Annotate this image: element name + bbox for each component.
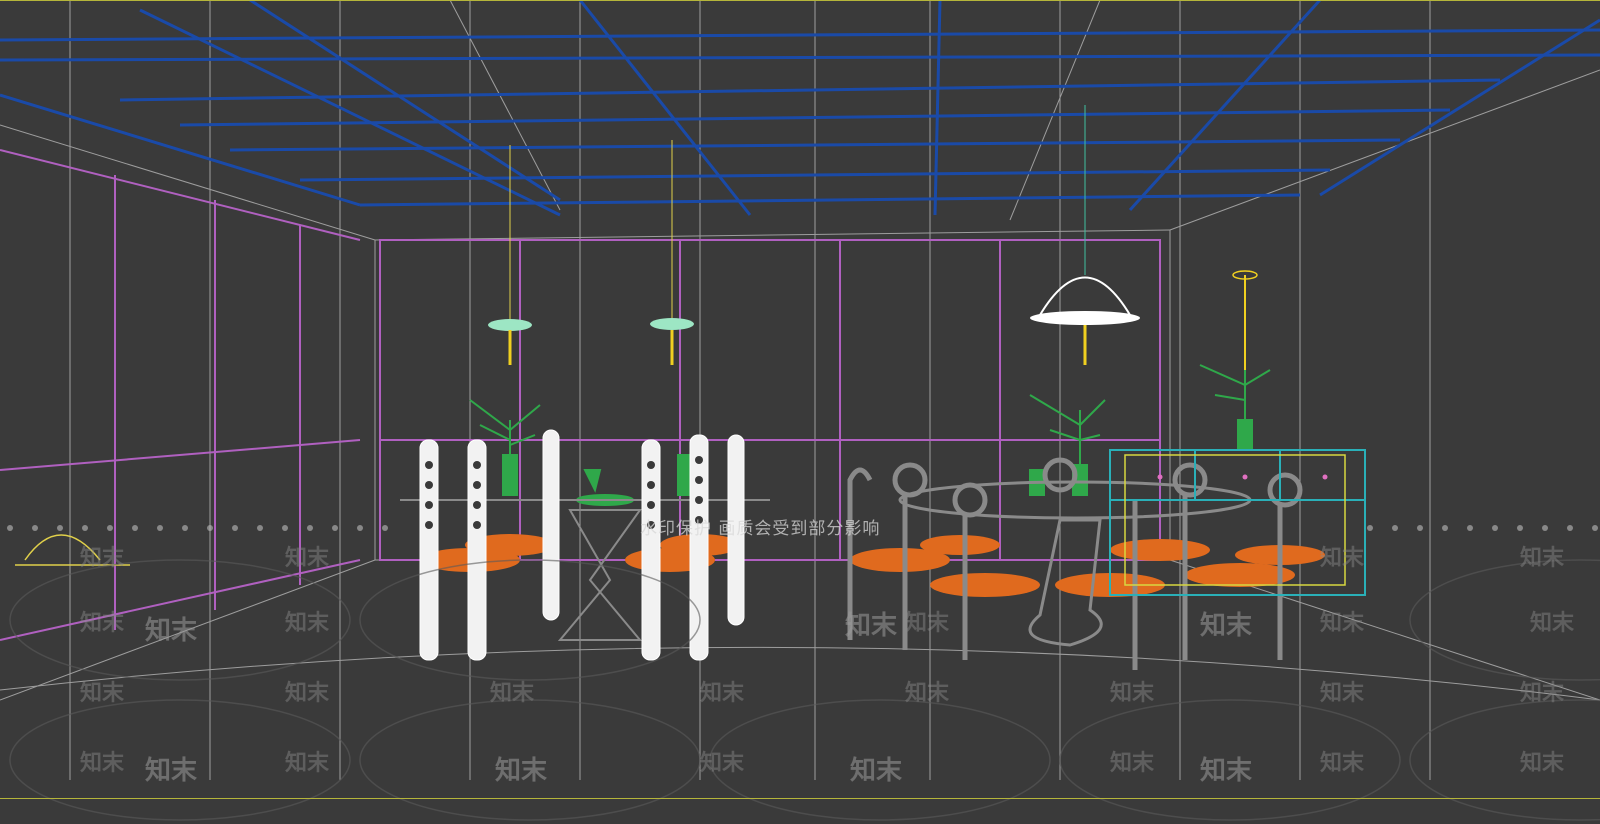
watermark-logo: 知末 bbox=[1110, 681, 1155, 706]
watermark-logo: 知末 bbox=[1200, 756, 1253, 786]
watermark-logo: 知末 bbox=[490, 681, 535, 706]
watermark-logo: 知末 bbox=[80, 681, 125, 706]
white-chairs bbox=[419, 429, 745, 661]
watermark-logo: 知末 bbox=[80, 611, 125, 636]
watermark-logo: 知末 bbox=[1110, 751, 1155, 776]
watermark-logo: 知末 bbox=[845, 611, 898, 641]
viewport-frame-bottom bbox=[0, 798, 1600, 799]
watermark-logo: 知末 bbox=[80, 751, 125, 776]
watermark-logo: 知末 bbox=[1520, 681, 1565, 706]
watermark-logo: 知末 bbox=[145, 756, 198, 786]
watermark-logo: 知末 bbox=[700, 751, 745, 776]
watermark-logo: 知末 bbox=[285, 546, 330, 571]
cabinet-knobs bbox=[1157, 474, 1328, 480]
watermark-logo: 知末 bbox=[1530, 611, 1575, 636]
watermark-logo: 知末 bbox=[905, 611, 950, 636]
watermark-logo: 知末 bbox=[495, 756, 548, 786]
watermark-logo: 知末 bbox=[700, 681, 745, 706]
watermark-logo: 知末 bbox=[1320, 751, 1365, 776]
watermark-logo: 知末 bbox=[285, 751, 330, 776]
watermark-logo: 知末 bbox=[905, 681, 950, 706]
watermark-notice: 水印保护 画质会受到部分影响 bbox=[640, 519, 881, 539]
watermark-logo: 知末 bbox=[285, 681, 330, 706]
viewport-frame-top bbox=[0, 0, 1600, 1]
watermark-logo: 知末 bbox=[1520, 751, 1565, 776]
pendant-lamps bbox=[488, 105, 1258, 420]
watermark-logo: 知末 bbox=[1320, 681, 1365, 706]
watermark-logo: 知末 bbox=[1520, 546, 1565, 571]
3d-viewport[interactable]: 水印保护 画质会受到部分影响 知末 知末 知末 知末 知末 知末 知末 知末 知… bbox=[0, 0, 1600, 824]
watermark-logo: 知末 bbox=[285, 611, 330, 636]
watermark-logo: 知末 bbox=[1320, 611, 1365, 636]
ceiling-grid bbox=[0, 0, 1600, 217]
watermark-logo: 知末 bbox=[850, 756, 903, 786]
watermark-logo: 知末 bbox=[145, 616, 198, 646]
watermark-logo: 知末 bbox=[1320, 546, 1365, 571]
round-dining-table bbox=[898, 480, 1252, 647]
watermark-logo: 知末 bbox=[80, 546, 125, 571]
watermark-logo: 知末 bbox=[1200, 611, 1253, 641]
